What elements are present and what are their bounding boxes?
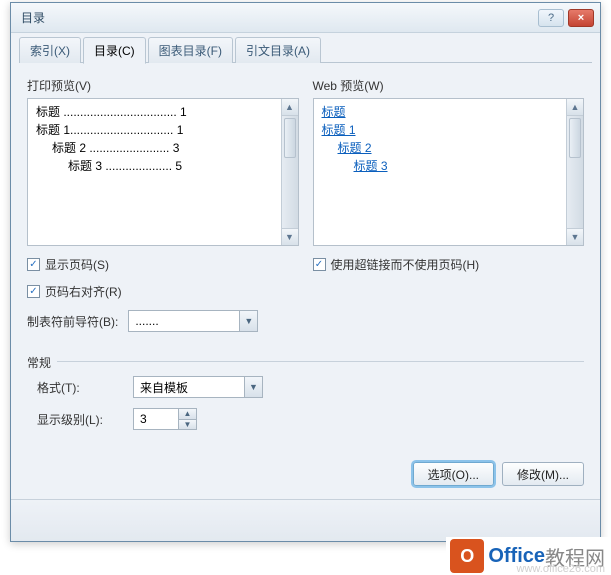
titlebar: 目录 ? × [11,3,600,33]
print-preview-label: 打印预览(V) [27,77,299,94]
use-hyperlinks-checkbox[interactable]: 使用超链接而不使用页码(H) [313,256,585,273]
tab-authorities[interactable]: 引文目录(A) [235,37,321,63]
format-label: 格式(T): [27,379,123,396]
tabstrip: 索引(X) 目录(C) 图表目录(F) 引文目录(A) [11,33,600,63]
format-field: 格式(T): 来自模板 ▼ [27,376,584,398]
show-levels-field: 显示级别(L): 3 ▲ ▼ [27,408,584,430]
web-preview-content: 标题 标题 1 标题 2 标题 3 [314,99,567,245]
options-button[interactable]: 选项(O)... [413,462,494,486]
toc-line: 标题 2 ........................ 3 [36,139,273,157]
web-preview-label: Web 预览(W) [313,77,585,94]
scrollbar[interactable]: ▲ ▼ [281,99,298,245]
web-preview-column: Web 预览(W) 标题 标题 1 标题 2 标题 3 ▲ ▼ [313,77,585,332]
tab-figures[interactable]: 图表目录(F) [148,37,233,63]
checkbox-label: 显示页码(S) [45,256,109,273]
tab-body: 打印预览(V) 标题 .............................… [11,63,600,444]
toc-line: 标题 .................................. 1 [36,103,273,121]
general-fieldset: 常规 格式(T): 来自模板 ▼ 显示级别(L): 3 ▲ ▼ [27,354,584,430]
close-button[interactable]: × [568,9,594,27]
show-levels-label: 显示级别(L): [27,411,123,428]
scroll-track[interactable] [567,116,583,228]
checkbox-label: 页码右对齐(R) [45,283,122,300]
tab-index[interactable]: 索引(X) [19,37,81,63]
web-link[interactable]: 标题 3 [354,157,388,175]
tab-leader-label: 制表符前导符(B): [27,313,118,330]
toc-dialog: 目录 ? × 索引(X) 目录(C) 图表目录(F) 引文目录(A) 打印预览(… [10,2,601,542]
checkbox-icon [27,285,40,298]
checkbox-icon [27,258,40,271]
watermark-badge-icon: O [450,539,484,573]
watermark-url: www.office26.com [517,563,605,575]
footer-bar [11,499,600,541]
format-combo[interactable]: 来自模板 ▼ [133,376,263,398]
tab-leader-field: 制表符前导符(B): ....... ▼ [27,310,299,332]
scroll-up-button[interactable]: ▲ [282,99,298,116]
print-preview-content: 标题 .................................. 1 … [28,99,281,245]
print-preview-column: 打印预览(V) 标题 .............................… [27,77,299,332]
chevron-down-icon: ▼ [244,377,262,397]
help-button[interactable]: ? [538,9,564,27]
scroll-down-button[interactable]: ▼ [282,228,298,245]
spinner-value: 3 [134,409,178,429]
spinner-down-icon[interactable]: ▼ [179,420,196,430]
scroll-up-button[interactable]: ▲ [567,99,583,116]
web-link[interactable]: 标题 [322,103,346,121]
show-page-numbers-checkbox[interactable]: 显示页码(S) [27,256,299,273]
web-link[interactable]: 标题 2 [338,139,372,157]
scroll-thumb[interactable] [284,118,296,158]
scrollbar[interactable]: ▲ ▼ [566,99,583,245]
scroll-track[interactable] [282,116,298,228]
scroll-down-button[interactable]: ▼ [567,228,583,245]
checkbox-icon [313,258,326,271]
right-align-checkbox[interactable]: 页码右对齐(R) [27,283,299,300]
toc-line: 标题 1............................... 1 [36,121,273,139]
chevron-down-icon: ▼ [239,311,257,331]
toc-line: 标题 3 .................... 5 [36,157,273,175]
scroll-thumb[interactable] [569,118,581,158]
general-legend: 常规 [27,354,57,371]
action-buttons: 选项(O)... 修改(M)... [11,462,600,486]
web-preview-box: 标题 标题 1 标题 2 标题 3 ▲ ▼ [313,98,585,246]
combo-value: 来自模板 [134,379,244,396]
dialog-title: 目录 [21,9,534,26]
show-levels-spinner[interactable]: 3 ▲ ▼ [133,408,197,430]
combo-value: ....... [129,314,239,328]
print-preview-box: 标题 .................................. 1 … [27,98,299,246]
spinner-up-icon[interactable]: ▲ [179,409,196,420]
modify-button[interactable]: 修改(M)... [502,462,584,486]
checkbox-label: 使用超链接而不使用页码(H) [331,256,480,273]
tab-leader-combo[interactable]: ....... ▼ [128,310,258,332]
tab-toc[interactable]: 目录(C) [83,37,146,64]
web-link[interactable]: 标题 1 [322,121,356,139]
